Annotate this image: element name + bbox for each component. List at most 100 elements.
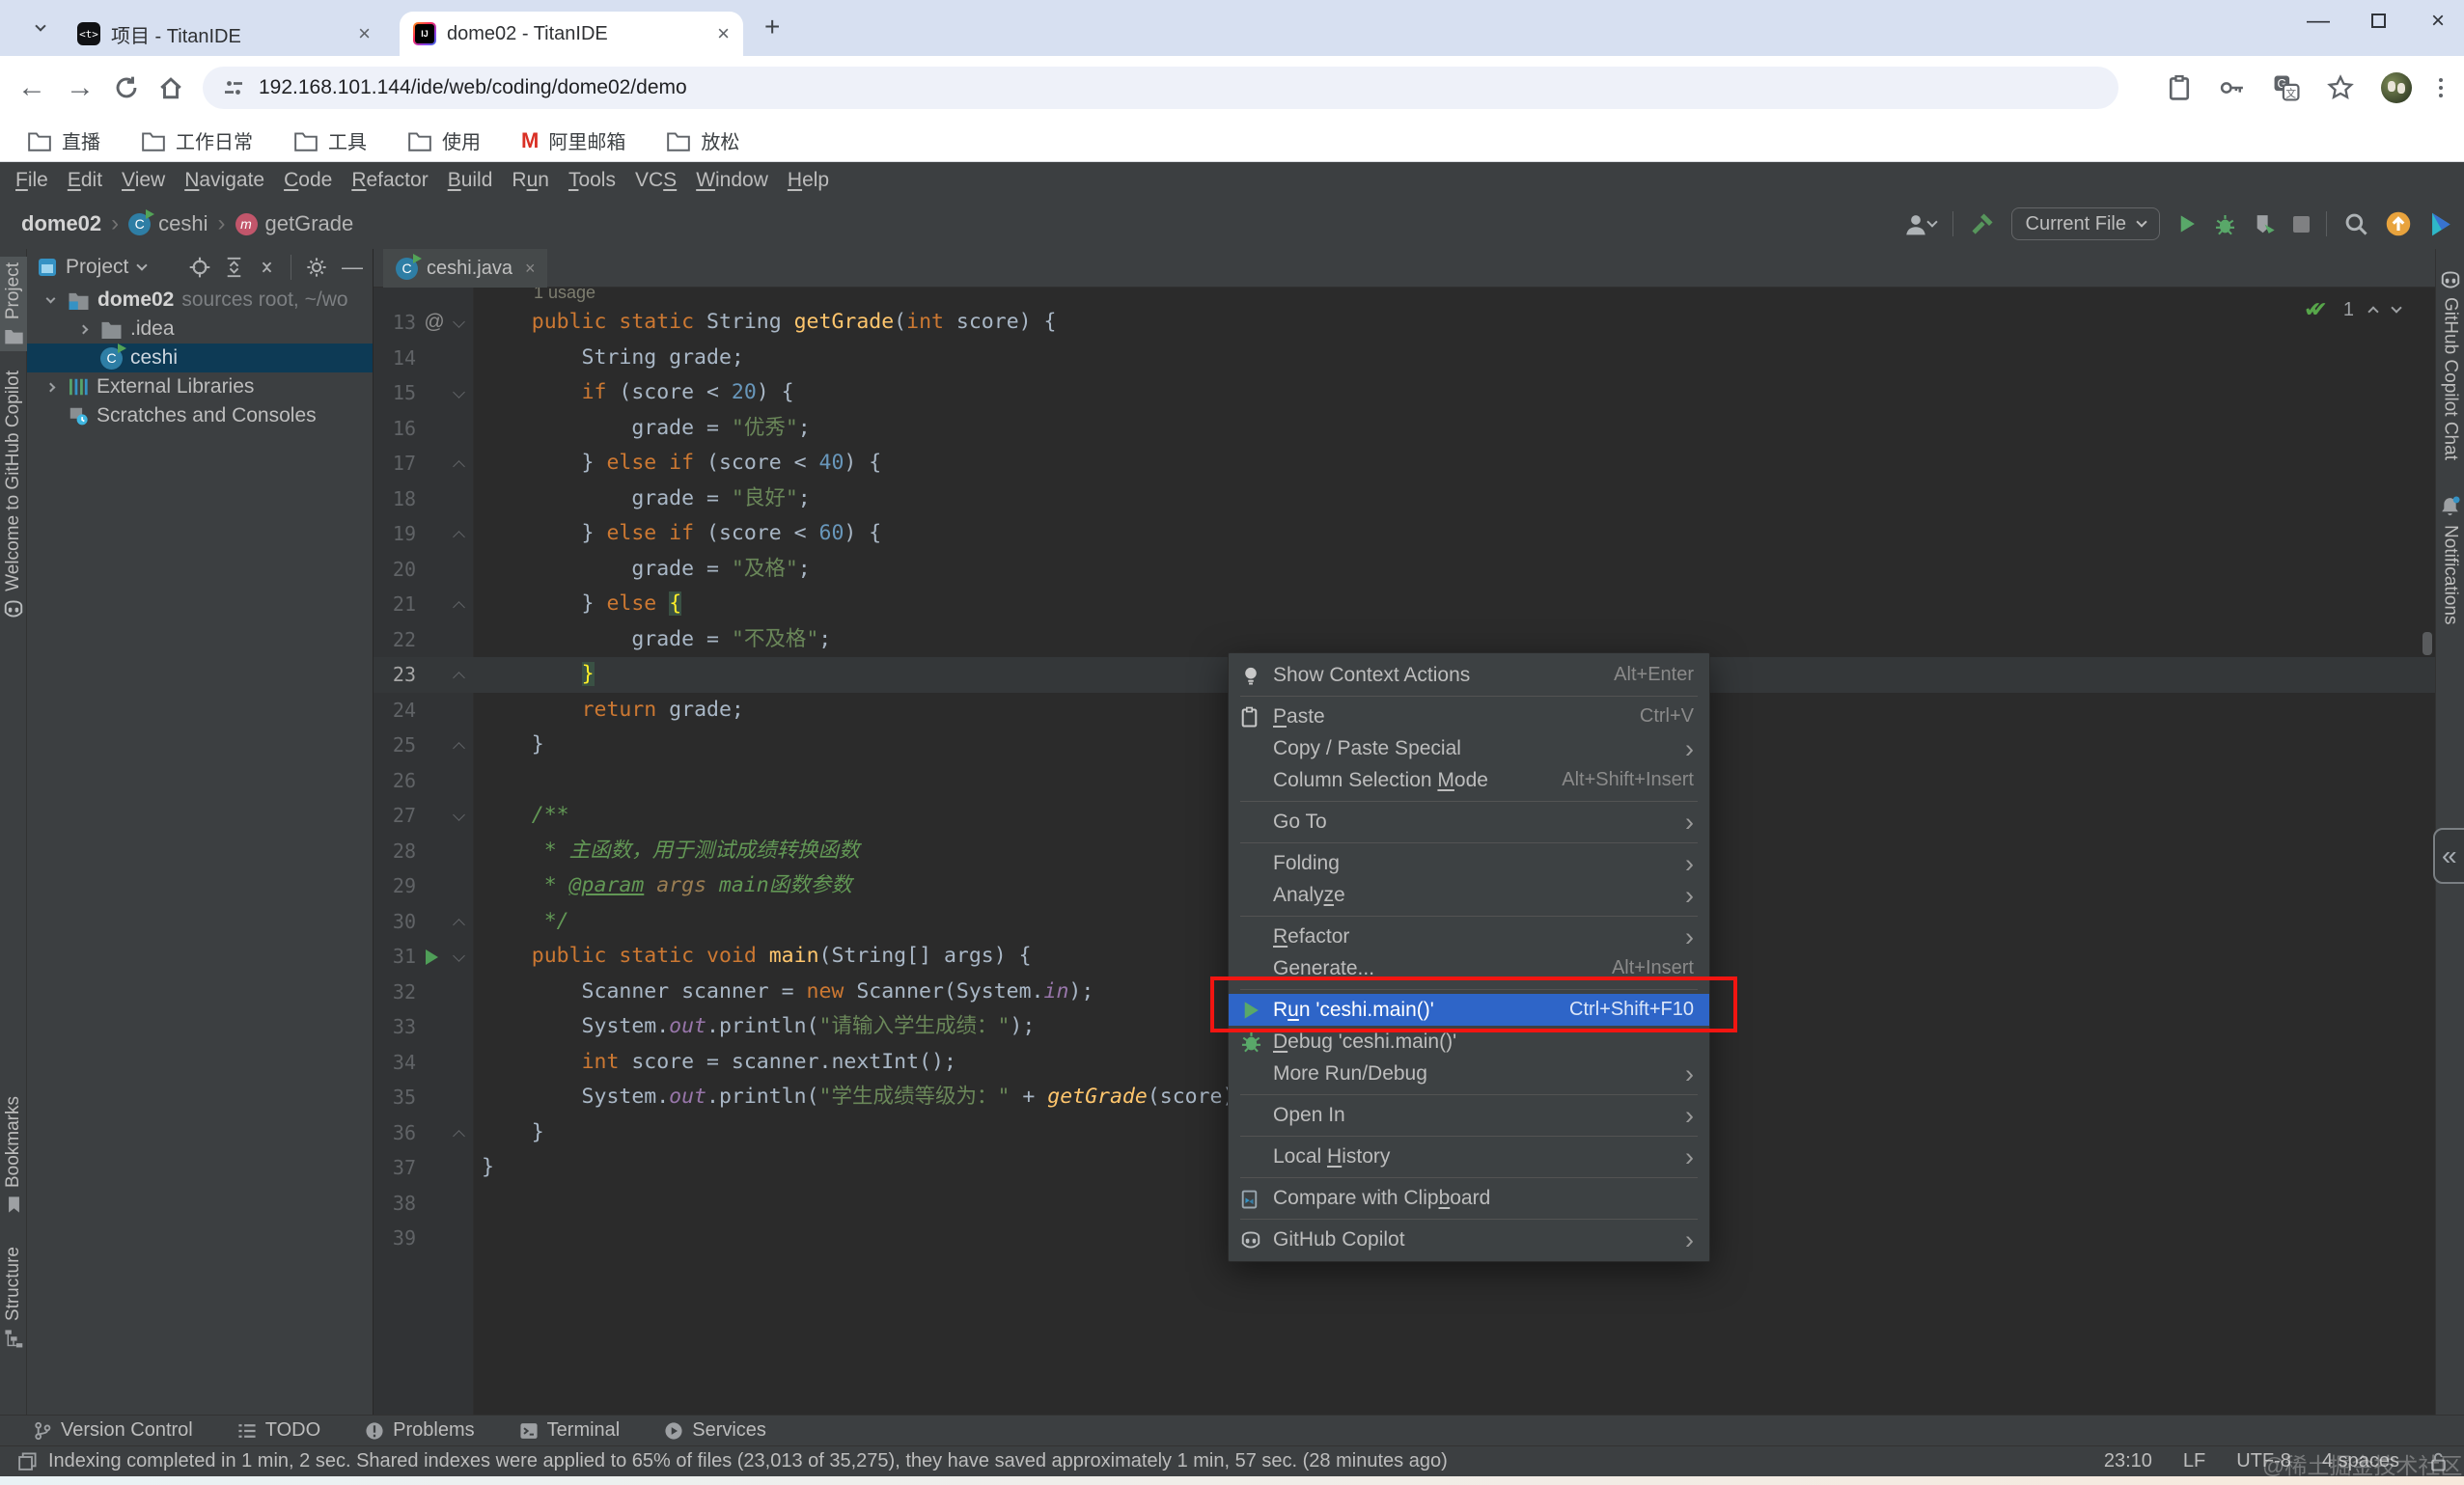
bookmark-工具[interactable]: 工具: [293, 126, 367, 154]
passwords-icon[interactable]: [2219, 75, 2246, 100]
context-menu-paste[interactable]: Paste Ctrl+V: [1229, 701, 1709, 732]
toolwindow-services[interactable]: Services: [664, 1419, 766, 1442]
menu-kebab-icon[interactable]: [2439, 78, 2443, 97]
menu-window[interactable]: Window: [686, 169, 778, 192]
browser-tab-项目-titanide[interactable]: <t> 项目 - TitanIDE ×: [64, 12, 384, 56]
menu-view[interactable]: View: [112, 169, 175, 192]
sidebar-item-structure[interactable]: Structure: [0, 1241, 27, 1354]
debug-icon[interactable]: [2214, 213, 2236, 235]
context-menu-folding[interactable]: Folding ›: [1229, 847, 1709, 879]
menu-help[interactable]: Help: [778, 169, 839, 192]
toolwindow-problems[interactable]: Problems: [365, 1419, 475, 1442]
toolwindow-version-control[interactable]: Version Control: [33, 1419, 193, 1442]
maximize-button[interactable]: [2366, 8, 2391, 35]
context-menu-show-context-actions[interactable]: Show Context Actions Alt+Enter: [1229, 659, 1709, 691]
context-menu-more-run-debug[interactable]: More Run/Debug ›: [1229, 1058, 1709, 1089]
hide-minus-icon[interactable]: —: [342, 257, 363, 278]
forward-button[interactable]: →: [66, 71, 95, 104]
reload-button[interactable]: [114, 75, 139, 100]
inspections-widget[interactable]: ✔✔ 1: [2304, 297, 2402, 322]
menu-vcs[interactable]: VCS: [625, 169, 686, 192]
breadcrumb-getgrade[interactable]: m getGrade: [235, 211, 353, 236]
project-panel-title[interactable]: Project: [66, 256, 128, 279]
toolwindow-terminal[interactable]: Terminal: [519, 1419, 620, 1442]
new-tab-button[interactable]: +: [764, 12, 780, 42]
bookmark-直播[interactable]: 直播: [27, 126, 100, 154]
run-gutter-icon[interactable]: [426, 949, 438, 965]
tool-window-collapse-handle[interactable]: «: [2433, 828, 2464, 884]
build-hammer-icon[interactable]: [1970, 211, 1995, 236]
breadcrumb-ceshi[interactable]: Cceshi: [128, 208, 208, 236]
tree-item-external-libraries[interactable]: External Libraries: [27, 372, 373, 401]
bookmark-放松[interactable]: 放松: [666, 126, 739, 154]
menu-build[interactable]: Build: [438, 169, 503, 192]
editor-tab-ceshi-java[interactable]: C ceshi.java ×: [383, 249, 548, 288]
toolwindow-todo[interactable]: TODO: [237, 1419, 320, 1442]
browser-tab-dome02-titanide[interactable]: dome02 - TitanIDE ×: [400, 12, 743, 56]
home-button[interactable]: [158, 75, 183, 100]
avatar-icon[interactable]: [2381, 72, 2412, 103]
context-menu-go-to[interactable]: Go To ›: [1229, 806, 1709, 838]
context-menu-copy-paste-special[interactable]: Copy / Paste Special ›: [1229, 732, 1709, 764]
bookmark-工作日常[interactable]: 工作日常: [141, 126, 253, 154]
line-separator[interactable]: LF: [2183, 1450, 2205, 1472]
fold-marker-icon[interactable]: [455, 388, 466, 399]
caret-position[interactable]: 23:10: [2104, 1450, 2152, 1472]
fold-marker-icon[interactable]: [455, 458, 466, 470]
bookmark-使用[interactable]: 使用: [407, 126, 481, 154]
run-icon[interactable]: [2176, 213, 2198, 234]
close-tab-icon[interactable]: ×: [525, 259, 536, 279]
context-menu-github-copilot[interactable]: GitHub Copilot ›: [1229, 1224, 1709, 1255]
sidebar-item-github-copilot-chat[interactable]: GitHub Copilot Chat: [2440, 270, 2461, 460]
fold-marker-icon[interactable]: [455, 529, 466, 540]
url-text[interactable]: 192.168.101.144/ide/web/coding/dome02/de…: [259, 76, 687, 99]
fold-marker-icon[interactable]: [455, 1128, 466, 1140]
context-menu-column-selection-mode[interactable]: Column Selection Mode Alt+Shift+Insert: [1229, 764, 1709, 796]
update-available-icon[interactable]: [2385, 210, 2412, 237]
sidebar-item-welcome-to-github-copilot[interactable]: Welcome to GitHub Copilot: [0, 365, 27, 624]
close-window-button[interactable]: ×: [2425, 8, 2450, 35]
address-bar[interactable]: 192.168.101.144/ide/web/coding/dome02/de…: [203, 67, 2118, 109]
ide-logo-icon[interactable]: [2428, 211, 2452, 237]
context-menu-analyze[interactable]: Analyze ›: [1229, 879, 1709, 911]
context-menu-local-history[interactable]: Local History ›: [1229, 1141, 1709, 1172]
fold-marker-icon[interactable]: [455, 740, 466, 752]
menu-navigate[interactable]: Navigate: [175, 169, 274, 192]
chevron-down-icon[interactable]: [41, 293, 60, 303]
profiler-icon[interactable]: [2253, 213, 2277, 235]
search-everywhere-icon[interactable]: [2343, 211, 2368, 236]
locate-icon[interactable]: [189, 257, 210, 278]
sidebar-item-bookmarks[interactable]: Bookmarks: [0, 1090, 27, 1220]
run-configuration-select[interactable]: Current File: [2010, 207, 2160, 240]
sidebar-item-notifications[interactable]: Notifications: [2439, 495, 2461, 624]
tree-item-dome02[interactable]: dome02 sources root, ~/wo: [27, 286, 373, 315]
menu-code[interactable]: Code: [274, 169, 342, 192]
chevron-down-icon[interactable]: [136, 260, 149, 271]
previous-problem-button[interactable]: [2367, 306, 2379, 317]
user-icon[interactable]: [1903, 212, 1938, 235]
tab-search-button[interactable]: [25, 13, 56, 43]
bookmark-阿里邮箱[interactable]: M 阿里邮箱: [521, 126, 625, 154]
context-menu-open-in[interactable]: Open In ›: [1229, 1099, 1709, 1131]
translate-icon[interactable]: G文: [2273, 74, 2300, 101]
tree-item-ceshi[interactable]: Cceshi: [27, 344, 373, 372]
fold-marker-icon[interactable]: [455, 917, 466, 928]
fold-marker-icon[interactable]: [455, 317, 466, 329]
collapse-all-icon[interactable]: [258, 257, 276, 278]
context-menu-refactor[interactable]: Refactor ›: [1229, 921, 1709, 952]
close-tab-icon[interactable]: ×: [717, 21, 730, 46]
back-button[interactable]: ←: [17, 71, 46, 104]
expand-all-icon[interactable]: [225, 257, 243, 278]
stop-icon[interactable]: [2293, 215, 2310, 233]
menu-refactor[interactable]: Refactor: [342, 169, 437, 192]
site-info-icon[interactable]: [222, 76, 245, 99]
bookmark-star-icon[interactable]: [2327, 74, 2354, 101]
clipboard-icon[interactable]: [2167, 74, 2192, 101]
fold-marker-icon[interactable]: [455, 951, 466, 963]
chevron-right-icon[interactable]: [41, 382, 60, 392]
chevron-right-icon[interactable]: [73, 324, 93, 334]
editor-scrollbar-thumb[interactable]: [2422, 632, 2432, 655]
menu-file[interactable]: File: [6, 169, 58, 192]
sidebar-item-project[interactable]: Project: [0, 257, 27, 352]
minimize-button[interactable]: —: [2306, 8, 2331, 35]
